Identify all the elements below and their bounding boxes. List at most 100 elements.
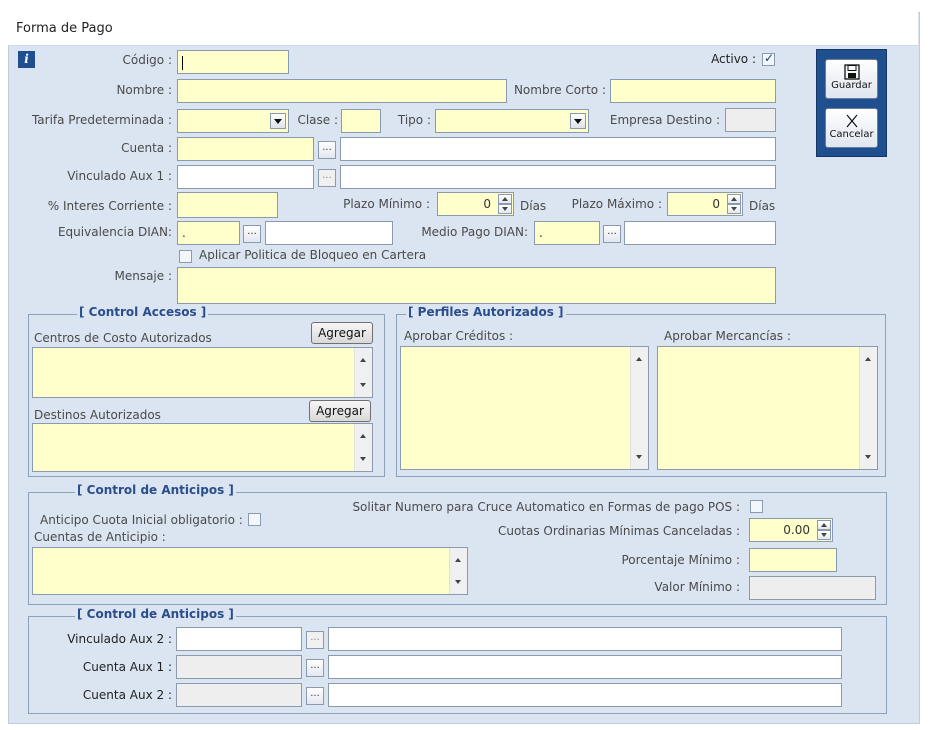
porcentaje-input[interactable]: [749, 548, 837, 572]
cancel-label: Cancelar: [829, 129, 874, 140]
aplicar-politica-label: Aplicar Politica de Bloqueo en Cartera: [199, 248, 427, 262]
dias-label-2: Días: [749, 199, 776, 213]
anticipo-cuota-label: Anticipo Cuota Inicial obligatorio :: [40, 513, 243, 527]
vinculado-aux1-description[interactable]: [340, 165, 776, 189]
cuenta-label: Cuenta :: [121, 141, 172, 155]
clase-input[interactable]: [341, 109, 381, 133]
equivalencia-description[interactable]: [265, 221, 393, 245]
clase-label: Clase :: [297, 113, 338, 127]
equivalencia-lookup-button[interactable]: ...: [243, 225, 261, 243]
cuotas-spinner[interactable]: [817, 519, 831, 541]
tipo-label: Tipo :: [397, 113, 431, 127]
nombre-label: Nombre :: [116, 83, 172, 97]
medio-pago-lookup-button[interactable]: ...: [603, 225, 621, 243]
medio-pago-description[interactable]: [624, 221, 776, 245]
vinculado-aux2-description[interactable]: [328, 627, 842, 651]
cuenta-aux1-description[interactable]: [328, 655, 842, 679]
scrollbar[interactable]: [630, 347, 648, 469]
aprobar-mercancias-list[interactable]: [657, 346, 878, 470]
plazo-minimo-input[interactable]: 0: [437, 192, 514, 216]
title-bar: Forma de Pago: [8, 12, 918, 46]
save-button[interactable]: Guardar: [825, 59, 878, 99]
cuenta-aux1-input[interactable]: [176, 655, 302, 679]
x-cancel-icon: [846, 114, 857, 128]
tarifa-select[interactable]: [177, 109, 289, 133]
agregar-centros-button[interactable]: Agregar: [311, 322, 373, 344]
vinculado-aux2-input[interactable]: [176, 627, 302, 651]
codigo-input[interactable]: [177, 50, 289, 74]
empresa-destino-input[interactable]: [725, 108, 776, 132]
cuentas-anticipio-list[interactable]: [32, 547, 468, 595]
plazo-maximo-value: 0: [712, 197, 720, 211]
cancel-button[interactable]: Cancelar: [825, 108, 878, 148]
tarifa-label: Tarifa Predeterminada :: [31, 113, 172, 127]
aprobar-creditos-list[interactable]: [400, 346, 649, 470]
window-title: Forma de Pago: [16, 21, 113, 36]
scrollbar[interactable]: [354, 424, 372, 471]
cuenta-input[interactable]: [177, 137, 314, 161]
cuotas-value: 0.00: [783, 523, 810, 537]
vinculado-aux2-label: Vinculado Aux 2 :: [67, 632, 172, 646]
nombre-corto-label: Nombre Corto :: [513, 83, 606, 97]
cuenta-aux2-input[interactable]: [176, 683, 302, 707]
medio-pago-label: Medio Pago DIAN:: [421, 225, 528, 239]
plazo-minimo-value: 0: [483, 197, 491, 211]
equivalencia-label: Equivalencia DIAN:: [57, 225, 172, 239]
centros-costo-list[interactable]: [32, 347, 373, 398]
scrollbar[interactable]: [859, 347, 877, 469]
medio-pago-input[interactable]: .: [534, 221, 600, 245]
mensaje-label: Mensaje :: [114, 269, 172, 283]
mensaje-input[interactable]: [177, 267, 776, 304]
tipo-select[interactable]: [435, 109, 589, 133]
vinculado-aux1-label: Vinculado Aux 1 :: [67, 169, 172, 183]
cuotas-label: Cuotas Ordinarias Mínimas Canceladas :: [497, 524, 740, 538]
equivalencia-input[interactable]: .: [177, 221, 240, 245]
perfiles-title: [ Perfiles Autorizados ]: [406, 305, 566, 319]
valor-minimo-label: Valor Mínimo :: [654, 580, 740, 594]
info-icon[interactable]: i: [18, 51, 35, 68]
plazo-minimo-spinner[interactable]: [498, 193, 512, 215]
destinos-list[interactable]: [32, 423, 373, 472]
solicitar-checkbox[interactable]: [750, 500, 763, 513]
cuenta-aux1-lookup-button[interactable]: ...: [306, 659, 324, 677]
vinculado-aux1-lookup-button[interactable]: ...: [318, 169, 336, 187]
codigo-label: Código :: [122, 53, 173, 67]
floppy-disk-icon: [843, 64, 860, 80]
centros-costo-label: Centros de Costo Autorizados: [34, 331, 212, 345]
cuenta-description[interactable]: [340, 137, 776, 161]
interes-input[interactable]: [177, 192, 278, 218]
activo-checkbox[interactable]: [762, 51, 775, 66]
cuentas-anticipio-label: Cuentas de Anticipio :: [34, 530, 166, 544]
cuotas-input[interactable]: 0.00: [749, 518, 833, 542]
agregar-destinos-button[interactable]: Agregar: [309, 400, 371, 422]
plazo-maximo-label: Plazo Máximo :: [571, 197, 662, 211]
control-accesos-title: [ Control Accesos ]: [77, 305, 209, 319]
valor-minimo-input[interactable]: [749, 576, 876, 600]
plazo-maximo-input[interactable]: 0: [667, 192, 743, 216]
cuenta-aux1-label: Cuenta Aux 1 :: [82, 660, 172, 674]
plazo-minimo-label: Plazo Mínimo :: [343, 197, 430, 211]
control-anticipos-title: [ Control de Anticipos ]: [75, 483, 236, 497]
cuenta-aux2-description[interactable]: [328, 683, 842, 707]
anticipo-cuota-checkbox[interactable]: [248, 513, 261, 526]
chevron-down-icon[interactable]: [570, 113, 586, 129]
plazo-maximo-spinner[interactable]: [727, 193, 741, 215]
solicitar-label: Solitar Numero para Cruce Automatico en …: [352, 500, 740, 514]
nombre-corto-input[interactable]: [610, 79, 776, 103]
vinculado-aux2-lookup-button[interactable]: ...: [306, 631, 324, 649]
action-toolbar: Guardar Cancelar: [816, 49, 887, 157]
scrollbar[interactable]: [354, 348, 372, 397]
chevron-down-icon[interactable]: [270, 113, 286, 129]
nombre-input[interactable]: [177, 79, 507, 103]
cuenta-lookup-button[interactable]: ...: [318, 141, 336, 159]
save-label: Guardar: [831, 80, 872, 91]
dias-label: Días: [520, 199, 547, 213]
empresa-destino-label: Empresa Destino :: [609, 113, 720, 127]
aplicar-politica-checkbox[interactable]: [179, 250, 192, 263]
activo-label: Activo :: [711, 52, 756, 66]
scrollbar[interactable]: [449, 548, 467, 594]
aprobar-creditos-label: Aprobar Créditos :: [404, 329, 514, 343]
cuenta-aux2-lookup-button[interactable]: ...: [306, 687, 324, 705]
porcentaje-label: Porcentaje Mínimo :: [621, 553, 740, 567]
vinculado-aux1-input[interactable]: [177, 165, 314, 189]
